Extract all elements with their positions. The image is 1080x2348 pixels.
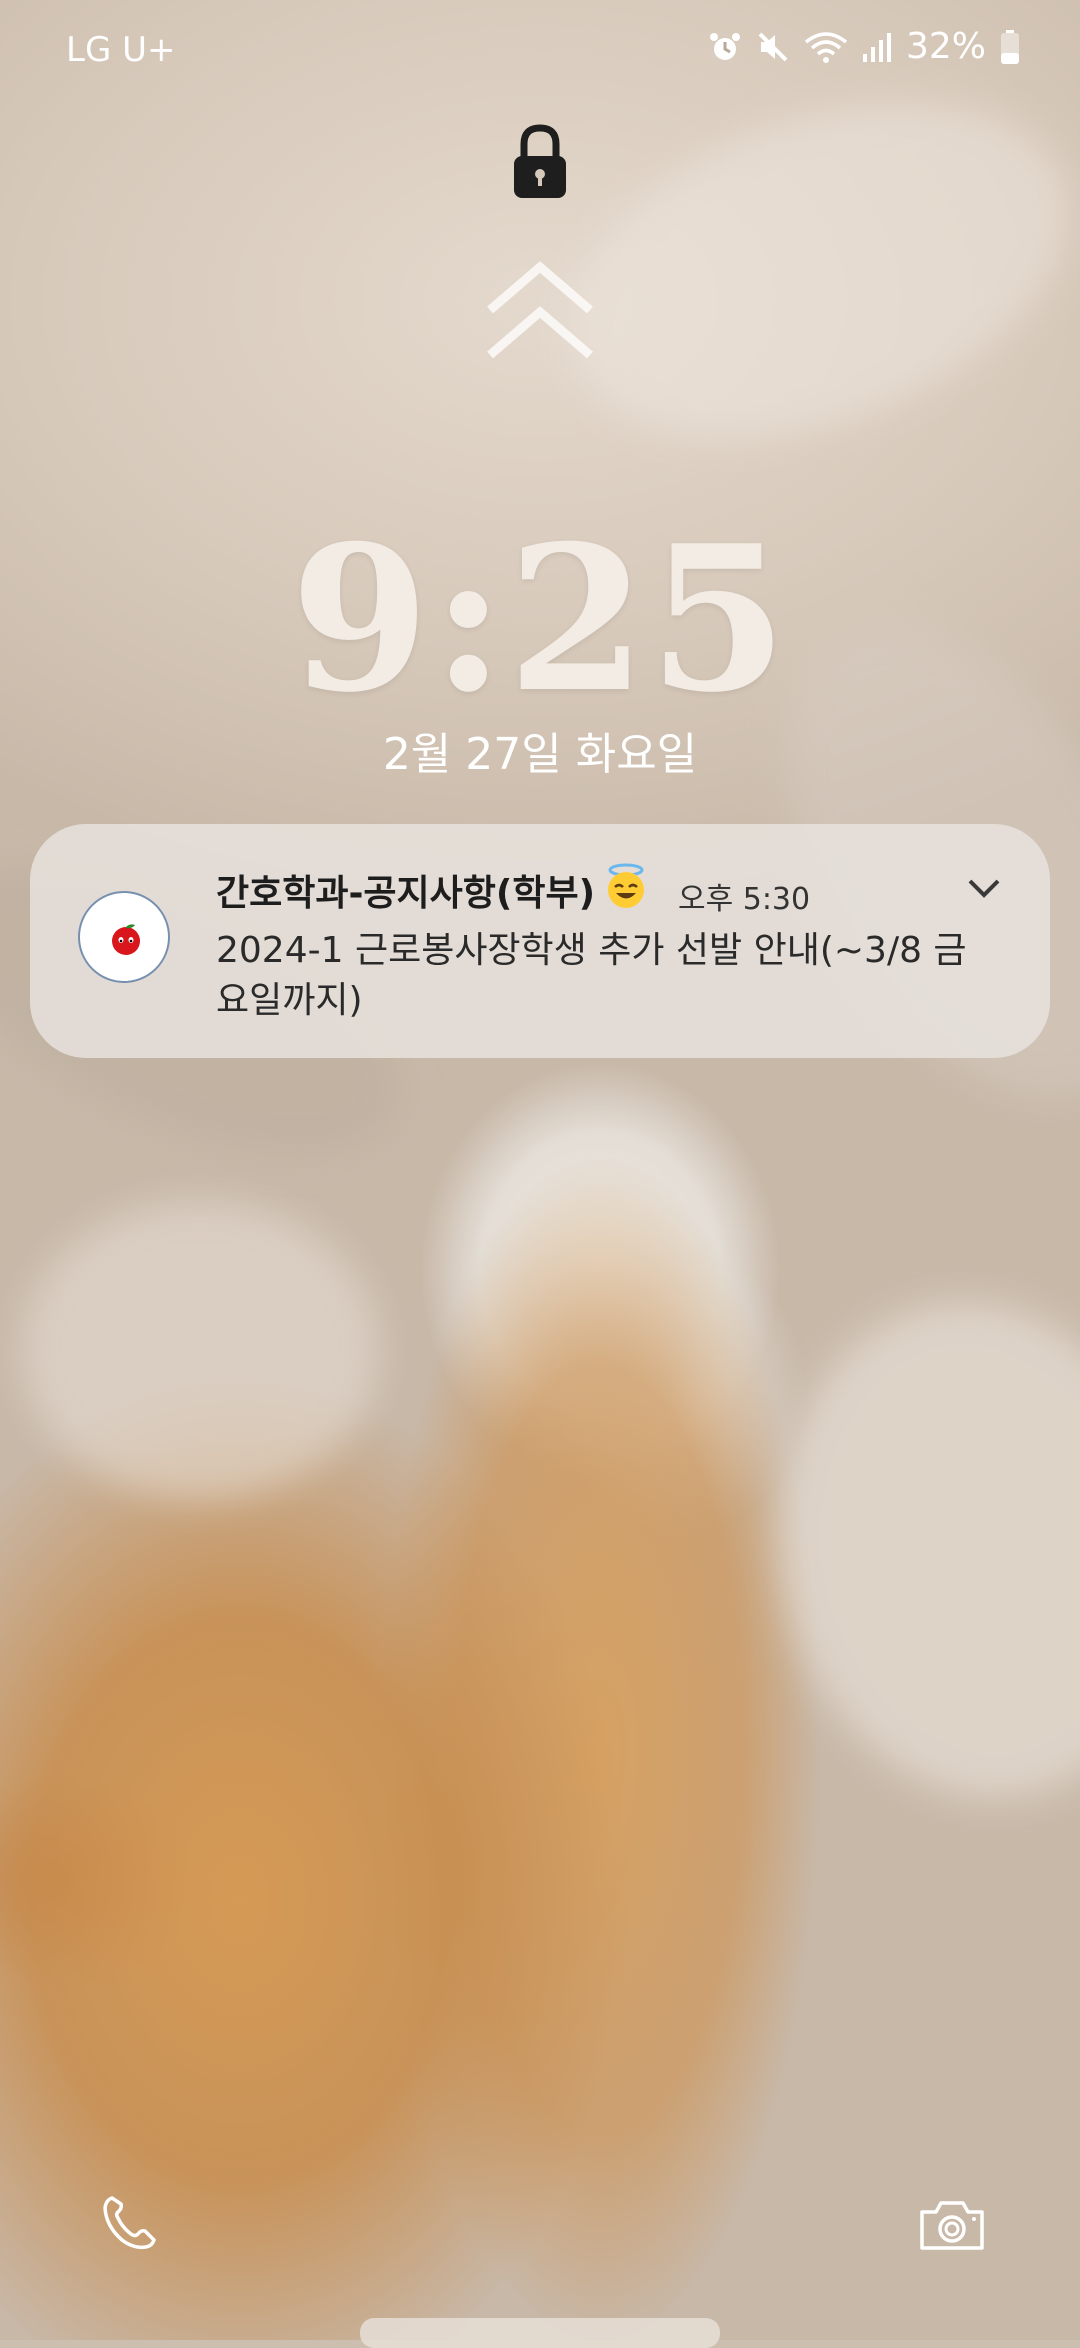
lockscreen-date: 2월 27일 화요일 <box>382 729 698 780</box>
signal-icon <box>862 32 891 62</box>
navigation-handle[interactable] <box>360 2318 720 2348</box>
carrier-name: LG U+ <box>66 30 176 70</box>
app-icon <box>78 891 170 983</box>
wifi-icon <box>804 31 848 63</box>
phone-icon[interactable] <box>100 2194 158 2252</box>
notification-body: 2024-1 근로봉사장학생 추가 선발 안내(~3/8 금요일까지) <box>216 930 967 1021</box>
notification-card[interactable]: 간호학과-공지사항(학부) 오후 5:30 2024-1 근로봉사장학생 추가 … <box>30 824 1050 1058</box>
lockscreen-clock: 9:25 <box>290 502 790 737</box>
lock-icon <box>514 124 566 198</box>
apple-icon <box>112 924 140 955</box>
alarm-icon <box>709 32 740 60</box>
mute-icon <box>758 32 788 61</box>
swipe-up-icon[interactable] <box>485 255 595 360</box>
notification-time: 오후 5:30 <box>678 882 811 917</box>
camera-icon[interactable] <box>918 2198 986 2252</box>
chevron-down-icon[interactable] <box>966 876 1002 900</box>
status-bar: LG U+ 32% <box>0 0 1080 105</box>
halo-smile-emoji-icon <box>608 863 644 908</box>
notification-app-name: 간호학과-공지사항(학부) <box>216 873 596 914</box>
battery-icon <box>1001 29 1019 64</box>
battery-percentage: 32% <box>905 26 986 67</box>
status-icons: 32% <box>708 26 1020 67</box>
